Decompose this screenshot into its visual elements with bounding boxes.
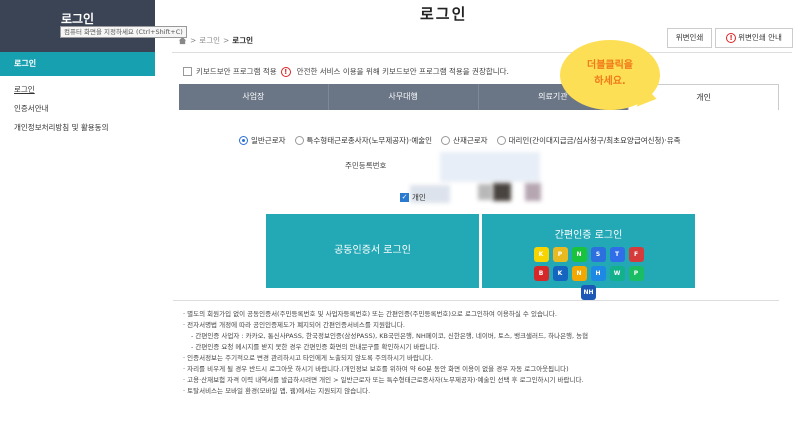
breadcrumb-sep: > bbox=[190, 36, 197, 45]
keyboard-security-checkbox[interactable] bbox=[183, 67, 192, 76]
kb-icon: K bbox=[552, 266, 568, 281]
radio-button[interactable] bbox=[441, 136, 451, 145]
keyboard-security-row: 키보드보안 프로그램 적용 ! 안전한 서비스 이용을 위해 키보드보안 프로그… bbox=[183, 66, 509, 77]
sidebar-item-privacy[interactable]: 개인정보처리방침 및 활용동의 bbox=[0, 118, 155, 137]
notice-item: 별도의 회원가입 없이 공동인증서(주민등록번호 및 사업자등록번호) 또는 간… bbox=[183, 309, 769, 320]
radio-button[interactable] bbox=[239, 136, 248, 145]
speech-bubble-line1: 더블클릭을 bbox=[587, 60, 633, 71]
sidebar: 로그인 컴퓨터 화면을 지정하세요 (Ctrl+Shift+C) 로그인 로그인… bbox=[0, 0, 187, 426]
keyboard-security-notice: 안전한 서비스 이용을 위해 키보드보안 프로그램 적용을 권장합니다. bbox=[296, 67, 509, 76]
app-icon-grid: K P N S T F B K N H W P NH bbox=[529, 247, 649, 300]
notice-item: 간편인증 사업자 : 카카오, 통신사PASS, 한국정보인증(삼성PASS),… bbox=[183, 331, 769, 342]
notice-list: 별도의 회원가입 없이 공동인증서(주민등록번호 및 사업자등록번호) 또는 간… bbox=[183, 309, 769, 397]
notice-item: 고용·산재보험 자격 이력 내역서를 발급하시려면 개인 > 일반근로자 또는 … bbox=[183, 375, 769, 386]
samsung-icon: F bbox=[628, 247, 644, 262]
notice-box: 별도의 회원가입 없이 공동인증서(주민등록번호 및 사업자등록번호) 또는 간… bbox=[173, 300, 779, 426]
keyboard-security-label: 키보드보안 프로그램 적용 bbox=[196, 67, 277, 76]
rrn-label: 주민등록번호 bbox=[345, 161, 387, 170]
breadcrumb: > 로그인 > 로그인 bbox=[178, 35, 253, 46]
kakao-icon: K bbox=[533, 247, 549, 262]
radio-button[interactable] bbox=[496, 136, 506, 145]
divider bbox=[172, 52, 792, 53]
blurred-area bbox=[493, 183, 511, 201]
print-guide-button[interactable]: ! 위변인쇄 안내 bbox=[715, 28, 793, 48]
pass-icon: P bbox=[552, 247, 568, 262]
breadcrumb-sep: > bbox=[223, 36, 230, 45]
sidebar-item-login-active[interactable]: 로그인 bbox=[0, 52, 155, 76]
radio-special-worker[interactable]: 특수형태근로종사자(노무제공자)·예술인 bbox=[294, 135, 433, 146]
radio-general-worker[interactable]: 일반근로자 bbox=[239, 135, 286, 146]
radio-agent[interactable]: 대리인(간이대지급금/심사청구/최초요양급여신청)·유족 bbox=[496, 135, 681, 146]
cert-login-button[interactable]: 공동인증서 로그인 bbox=[266, 214, 479, 288]
naver-icon: N bbox=[571, 247, 587, 262]
sidebar-item-login[interactable]: 로그인 bbox=[0, 80, 155, 99]
sidebar-item-cert-guide[interactable]: 인증서안내 bbox=[0, 99, 155, 118]
notice-item: 인증서정보는 주기적으로 변경 관리하시고 타인에게 노출되지 않도록 주의하시… bbox=[183, 353, 769, 364]
breadcrumb-item[interactable]: 로그인 bbox=[199, 35, 220, 46]
simple-auth-login-button[interactable]: 간편인증 로그인 K P N S T F B K N H W P NH bbox=[482, 214, 695, 300]
save-checkbox[interactable]: ✓ bbox=[400, 193, 409, 202]
nhpay-icon: NH bbox=[581, 285, 596, 300]
page-title: 로그인 bbox=[420, 5, 468, 23]
notice-item: 간편인증 요청 메시지를 받지 못한 경우 간편인증 화면의 안내문구를 확인하… bbox=[183, 342, 769, 353]
blurred-area bbox=[525, 183, 541, 201]
tooltip: 컴퓨터 화면을 지정하세요 (Ctrl+Shift+C) bbox=[60, 26, 187, 38]
save-label: 개인 bbox=[412, 193, 426, 202]
toss-icon: T bbox=[609, 247, 625, 262]
tab-bar: 사업장 사무대행 의료기관 개인 bbox=[179, 84, 779, 110]
print-guide-label: 위변인쇄 안내 bbox=[738, 33, 782, 42]
blurred-area bbox=[478, 184, 492, 200]
woori-icon: W bbox=[609, 266, 625, 281]
radio-label: 일반근로자 bbox=[251, 136, 286, 145]
notice-item: 토탈서비스는 모바일 환경(모바일 앱, 웹)에서는 지원되지 않습니다. bbox=[183, 386, 769, 397]
radio-injured-worker[interactable]: 산재근로자 bbox=[441, 135, 488, 146]
nh-icon: N bbox=[571, 266, 587, 281]
simple-auth-label: 간편인증 로그인 bbox=[554, 230, 623, 241]
speech-bubble: 더블클릭을 하세요. bbox=[560, 40, 660, 110]
worker-type-radios: 일반근로자 특수형태근로종사자(노무제공자)·예술인 산재근로자 대리인(간이대… bbox=[239, 135, 685, 146]
print-button[interactable]: 위변인쇄 bbox=[667, 28, 712, 48]
shinhan-icon: S bbox=[590, 247, 606, 262]
tab-business[interactable]: 사업장 bbox=[179, 84, 329, 110]
bank-icon: B bbox=[533, 266, 549, 281]
alert-icon: ! bbox=[280, 66, 291, 77]
notice-item: 자리를 비우게 될 경우 반드시 로그아웃 하시기 바랍니다.(개인정보 보호를… bbox=[183, 364, 769, 375]
sidebar-title: 로그인 bbox=[60, 12, 95, 26]
payco-icon: P bbox=[628, 266, 644, 281]
breadcrumb-current: 로그인 bbox=[232, 36, 253, 45]
hana-icon: H bbox=[590, 266, 606, 281]
save-row: ✓ 개인 bbox=[400, 192, 426, 203]
tab-agency[interactable]: 사무대행 bbox=[328, 84, 479, 110]
speech-bubble-line2: 하세요. bbox=[594, 76, 626, 87]
rrn-input-blurred[interactable] bbox=[440, 152, 540, 182]
notice-item: 전자서명법 개정에 따라 공인인증제도가 폐지되어 간편인증서비스를 지원합니다… bbox=[183, 320, 769, 331]
alert-icon: ! bbox=[726, 33, 737, 43]
radio-label: 산재근로자 bbox=[453, 136, 488, 145]
radio-button[interactable] bbox=[294, 136, 304, 145]
radio-label: 대리인(간이대지급금/심사청구/최초요양급여신청)·유족 bbox=[508, 136, 681, 145]
radio-label: 특수형태근로종사자(노무제공자)·예술인 bbox=[306, 136, 433, 145]
